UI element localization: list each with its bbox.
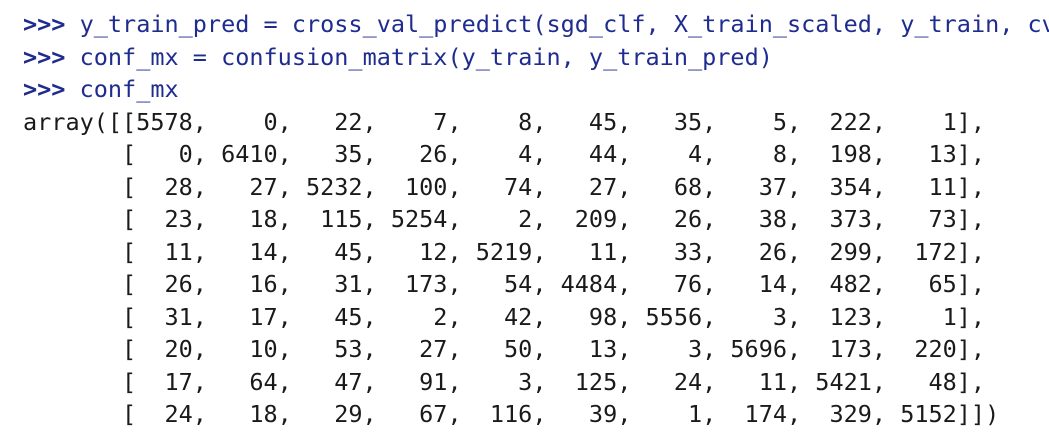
- code-text: y_train_pred = cross_val_predict(sgd_clf…: [65, 10, 1049, 38]
- input-line-conf-mx: >>> conf_mx: [23, 73, 1049, 106]
- output-row: [ 17, 64, 47, 91, 3, 125, 24, 11, 5421, …: [23, 367, 986, 396]
- input-line-cross-val-predict: >>> y_train_pred = cross_val_predict(sgd…: [23, 8, 1049, 41]
- python-console-snippet: >>> y_train_pred = cross_val_predict(sgd…: [0, 0, 1049, 434]
- prompt-marker: >>>: [23, 75, 66, 103]
- code-text: conf_mx: [65, 75, 179, 103]
- output-row: array([[5578, 0, 22, 7, 8, 45, 35, 5, 22…: [23, 107, 986, 136]
- output-row: [ 0, 6410, 35, 26, 4, 44, 4, 8, 198, 13]…: [23, 140, 986, 168]
- input-line-confusion-matrix: >>> conf_mx = confusion_matrix(y_train, …: [23, 41, 1049, 74]
- output-row: [ 20, 10, 53, 27, 50, 13, 3, 5696, 173, …: [23, 335, 986, 363]
- prompt-marker: >>>: [23, 42, 66, 71]
- code-text: conf_mx = confusion_matrix(y_train, y_tr…: [65, 42, 773, 71]
- output-row: [ 31, 17, 45, 2, 42, 98, 5556, 3, 123, 1…: [23, 302, 986, 331]
- output-row: [ 11, 14, 45, 12, 5219, 11, 33, 26, 299,…: [23, 237, 986, 266]
- output-row: [ 26, 16, 31, 173, 54, 4484, 76, 14, 482…: [23, 270, 986, 298]
- output-row: [ 28, 27, 5232, 100, 74, 27, 68, 37, 354…: [23, 172, 986, 201]
- output-row: [ 23, 18, 115, 5254, 2, 209, 26, 38, 373…: [23, 205, 986, 233]
- output-row: [ 24, 18, 29, 67, 116, 39, 1, 174, 329, …: [23, 400, 1000, 428]
- prompt-marker: >>>: [23, 10, 66, 38]
